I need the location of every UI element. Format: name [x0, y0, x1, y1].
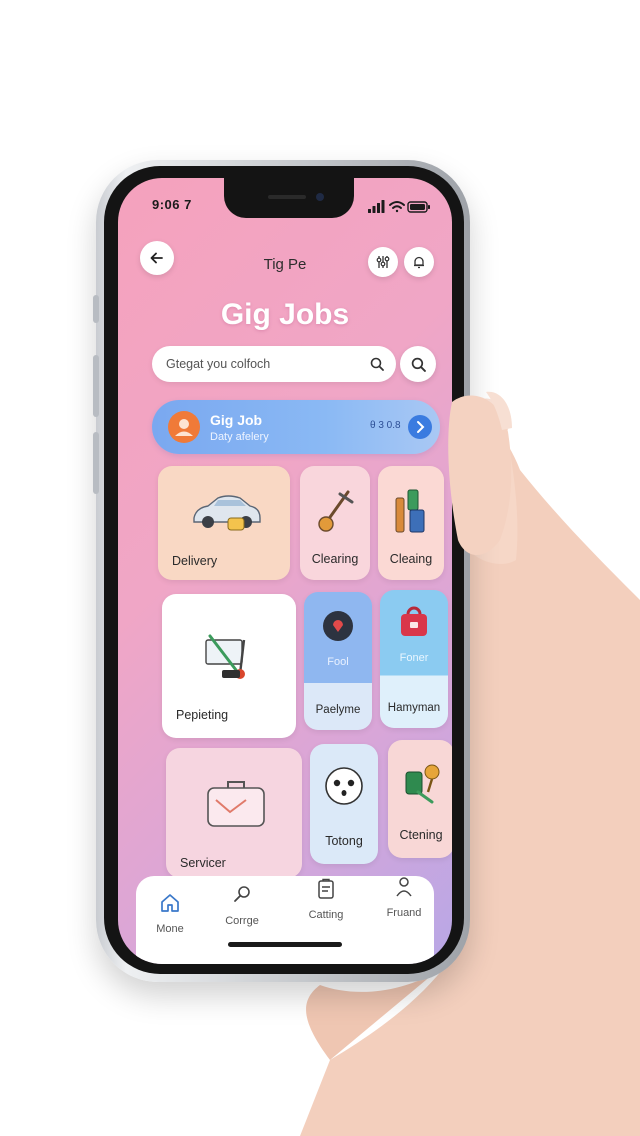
mop-icon [318, 490, 354, 532]
status-icons [368, 200, 430, 213]
toolbox-icon [401, 606, 427, 636]
cleaning-tools-icon [395, 489, 425, 533]
avatar [168, 411, 200, 443]
category-card-clearing[interactable]: Clearing [300, 466, 370, 580]
search-icon[interactable] [370, 357, 384, 371]
category-label: Servicer [180, 856, 226, 870]
car-icon [193, 495, 261, 531]
arrow-right-icon [417, 421, 425, 433]
category-sublabel: Fool [327, 656, 349, 668]
category-card-servicer[interactable]: Servicer [166, 748, 302, 878]
category-card-cleaing[interactable]: Cleaing [378, 466, 444, 580]
filter-icon [376, 256, 390, 268]
bottom-navigation: Mone Corrge Catting Fruand [136, 876, 434, 964]
category-label: Clearing [311, 552, 359, 566]
category-label: Totong [325, 834, 363, 848]
painting-tools-icon [205, 634, 246, 679]
nav-label: Fruand [386, 907, 422, 919]
category-card-pepieting[interactable]: Pepieting [162, 594, 296, 738]
notifications-button[interactable] [404, 247, 434, 277]
face-icon [325, 767, 363, 805]
category-card-paelyme[interactable]: Fool Paelyme [304, 592, 372, 730]
category-card-totong[interactable]: Totong [310, 744, 378, 864]
category-label: Ctening [399, 828, 443, 842]
search-icon [234, 886, 250, 902]
briefcase-icon [207, 781, 265, 827]
bell-icon [414, 256, 424, 269]
search-input[interactable] [166, 346, 366, 382]
banner-count: θ 3 0.8 [370, 420, 401, 431]
banner-action-button[interactable] [408, 415, 432, 439]
category-card-delivery[interactable]: Delivery [158, 466, 290, 580]
signal-icon [368, 200, 385, 213]
volume-up-button [93, 355, 99, 417]
speaker-grille [268, 195, 306, 199]
wifi-icon [389, 201, 405, 213]
category-sublabel: Foner [399, 652, 429, 664]
status-time: 9:06 7 [152, 197, 192, 212]
volume-down-button [93, 432, 99, 494]
spray-icon [405, 764, 440, 804]
page-title: Gig Jobs [220, 298, 350, 331]
category-card-hamyman[interactable]: Foner Hamyman [380, 590, 448, 728]
header-title: Tig Pe [263, 256, 307, 273]
pin-icon [323, 611, 353, 641]
nav-label: Corrge [225, 915, 259, 927]
notch [224, 178, 354, 218]
home-indicator[interactable] [228, 942, 342, 947]
category-label: Paelyme [315, 704, 361, 716]
filter-button[interactable] [368, 247, 398, 277]
clipboard-icon [318, 878, 334, 899]
search-icon [411, 357, 426, 372]
nav-item-profile[interactable]: Fruand [374, 876, 434, 919]
phone-screen: 9:06 7 Tig Pe Gig Jobs Gtegat you colfoc… [118, 178, 452, 964]
person-icon [175, 419, 193, 436]
mute-switch [93, 295, 99, 323]
front-camera [316, 193, 324, 201]
banner-title: Gig Job [210, 412, 263, 428]
nav-item-catting[interactable]: Catting [296, 878, 356, 921]
category-label: Pepieting [176, 708, 229, 722]
search-button[interactable] [400, 346, 436, 382]
nav-item-search[interactable]: Corrge [212, 884, 272, 927]
nav-label: Mone [156, 923, 184, 935]
category-label: Cleaing [389, 552, 433, 566]
battery-icon [407, 201, 430, 213]
search-bar [152, 346, 396, 382]
nav-label: Catting [308, 909, 344, 921]
featured-gig-banner[interactable]: Gig Job Daty afelery θ 3 0.8 [152, 400, 440, 454]
category-label: Hamyman [387, 702, 441, 714]
category-label: Delivery [172, 554, 218, 568]
profile-icon [396, 877, 412, 897]
banner-subtitle: Daty afelery [210, 431, 269, 443]
nav-item-home[interactable]: Mone [140, 892, 200, 935]
category-card-ctening[interactable]: Ctening [388, 740, 452, 858]
home-icon [161, 894, 179, 912]
